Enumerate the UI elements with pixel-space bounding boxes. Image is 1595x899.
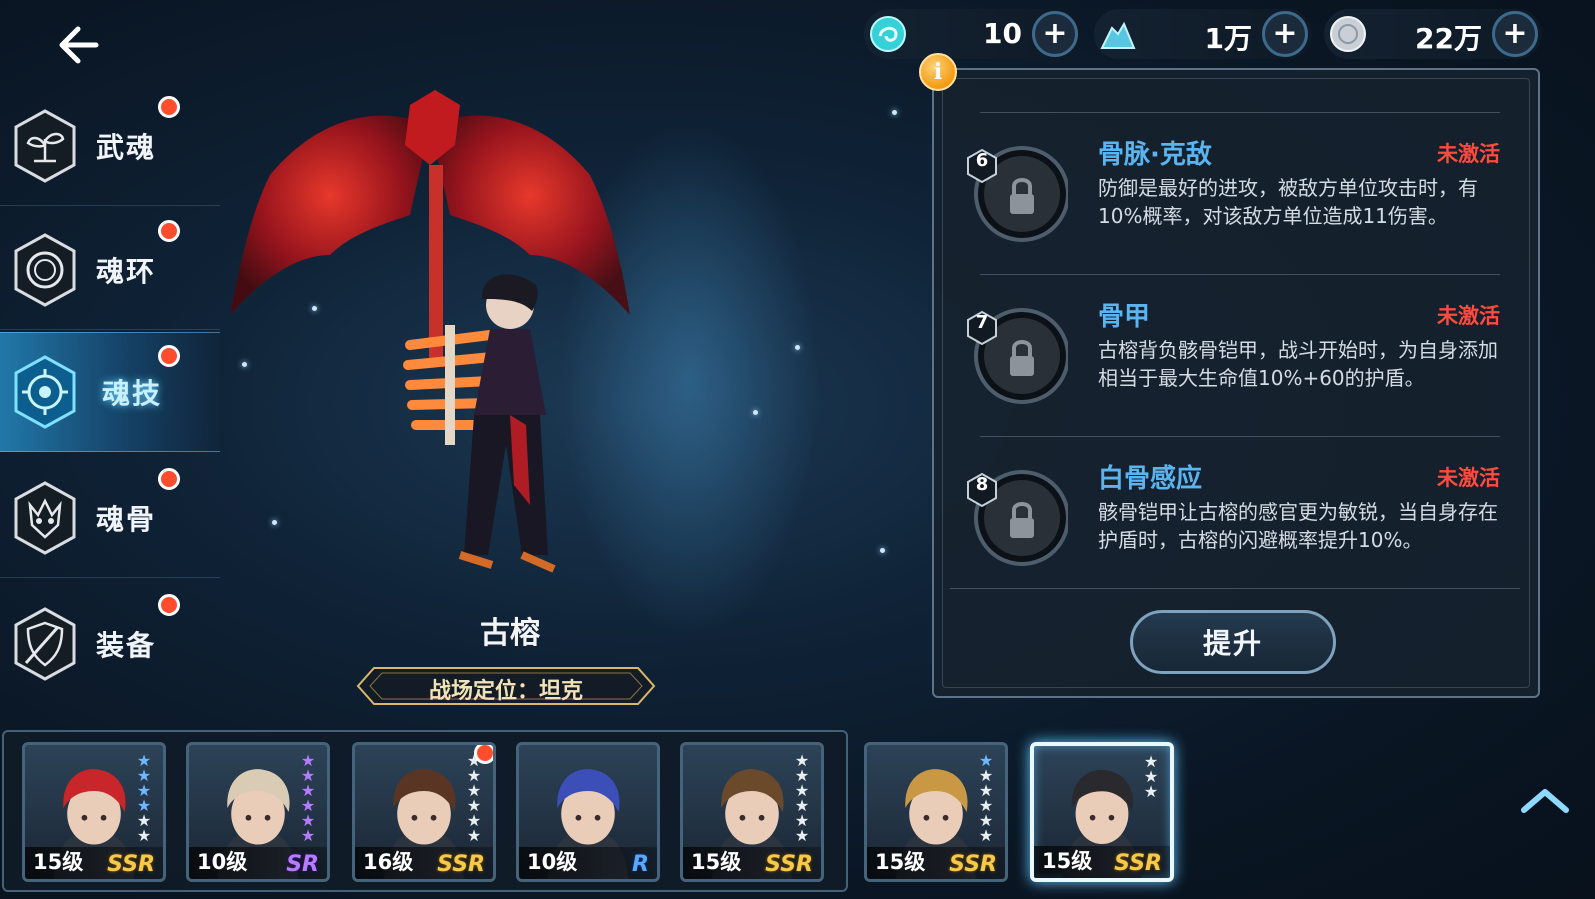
- star-rating: ★ ★ ★ ★ ★ ★: [465, 753, 485, 845]
- hero-rank-badge: SSR: [437, 852, 485, 877]
- hero-card[interactable]: ★ ★ ★ ★ ★ ★ 10级 SR: [186, 742, 330, 882]
- hero-card[interactable]: ★ ★ ★ ★ ★ ★ 16级 SSR: [352, 742, 496, 882]
- hero-card[interactable]: 10级 R: [516, 742, 660, 882]
- hero-rank-badge: SSR: [1114, 851, 1162, 876]
- star-icon: ★: [978, 826, 994, 845]
- back-button[interactable]: [52, 22, 104, 68]
- star-icon: ★: [794, 826, 810, 845]
- skill-row[interactable]: 8 白骨感应 未激活 骸骨铠甲让古榕的感官更为敏锐，当自身存在护盾时，古榕的闪避…: [960, 436, 1500, 586]
- nav-item-hunji[interactable]: 魂技: [0, 332, 220, 452]
- notification-dot: [474, 745, 493, 764]
- sparkle: [795, 345, 800, 350]
- skill-level: 8: [975, 474, 989, 495]
- upgrade-button[interactable]: 提升: [1130, 610, 1336, 674]
- sparkle: [880, 548, 885, 553]
- diamond-pile-icon: [1100, 21, 1136, 49]
- nav-label: 武魂: [96, 130, 157, 164]
- skill-description: 防御是最好的进攻，被敌方单位攻击时，有10%概率，对该敌方单位造成11伤害。: [1098, 176, 1478, 228]
- hero-role: 战场定位：坦克: [428, 679, 583, 704]
- sprout-emblem-icon: [14, 108, 76, 183]
- skill-description: 古榕背负骸骨铠甲，战斗开始时，为自身添加相当于最大生命值10%+60的护盾。: [1098, 338, 1498, 390]
- expand-roster-button[interactable]: [1520, 786, 1570, 814]
- star-rating: ★ ★ ★ ★ ★ ★: [793, 753, 813, 845]
- currency-value: 10: [983, 17, 1022, 50]
- divider: [980, 274, 1500, 275]
- add-silver-button[interactable]: +: [1492, 11, 1538, 57]
- skill-row[interactable]: 7 骨甲 未激活 古榕背负骸骨铠甲，战斗开始时，为自身添加相当于最大生命值10%…: [960, 274, 1500, 424]
- hero-level: 16级: [363, 850, 414, 874]
- skill-description: 骸骨铠甲让古榕的感官更为敏锐，当自身存在护盾时，古榕的闪避概率提升10%。: [1098, 500, 1498, 552]
- star-icon: ★: [300, 826, 316, 845]
- hero-figure: [230, 90, 630, 573]
- notification-dot: [158, 96, 180, 118]
- hero-card[interactable]: ★ ★ ★ ★ ★ ★ 15级 SSR: [864, 742, 1008, 882]
- notification-dot: [158, 345, 180, 367]
- ring-emblem-icon: [14, 232, 76, 307]
- star-icon: ★: [466, 826, 482, 845]
- nav-label: 魂骨: [96, 502, 157, 536]
- skill-status: 未激活: [1437, 304, 1500, 328]
- skill-name: 骨甲: [1098, 302, 1151, 332]
- nav-label: 魂技: [102, 377, 163, 410]
- skill-row[interactable]: 6 骨脉·克敌 未激活 防御是最好的进攻，被敌方单位攻击时，有10%概率，对该敌…: [960, 112, 1500, 262]
- hero-level: 15级: [691, 850, 742, 874]
- currency-soul-crystal: 10 +: [864, 9, 1082, 59]
- shield-emblem-icon: [14, 607, 76, 681]
- soul-crystal-icon: [870, 16, 906, 52]
- add-diamond-button[interactable]: +: [1262, 11, 1308, 57]
- nav-item-hungu[interactable]: 魂骨: [0, 458, 220, 578]
- notification-dot: [158, 468, 180, 490]
- nav-label: 装备: [96, 629, 157, 662]
- skill-status: 未激活: [1437, 466, 1500, 490]
- skill-level: 7: [975, 312, 989, 333]
- currency-value: 22万: [1415, 22, 1482, 55]
- sidebar: 武魂 魂环 魂技 魂骨 装备: [0, 80, 240, 705]
- star-rating: ★ ★ ★ ★ ★ ★: [135, 753, 155, 845]
- hero-name: 古榕: [480, 616, 540, 651]
- currency-diamond: 1万 +: [1094, 9, 1312, 59]
- hero-level: 10级: [527, 850, 578, 874]
- hero-rank-badge: SSR: [107, 852, 155, 877]
- hero-level: 15级: [33, 850, 84, 874]
- nav-item-zhuangbei[interactable]: 装备: [0, 584, 220, 704]
- hero-rank-badge: SR: [286, 852, 319, 877]
- star-rating: ★ ★ ★: [1142, 754, 1162, 801]
- role-plate: 战场定位：坦克: [356, 665, 656, 707]
- hero-level: 15级: [875, 850, 926, 874]
- sparkle: [892, 110, 897, 115]
- add-soul-crystal-button[interactable]: +: [1032, 11, 1078, 57]
- hero-rank-badge: SSR: [765, 852, 813, 877]
- notification-dot: [158, 594, 180, 616]
- skill-name: 骨脉·克敌: [1098, 140, 1212, 170]
- hero-card[interactable]: ★ ★ ★ ★ ★ ★ 15级 SSR: [680, 742, 824, 882]
- sparkle: [753, 410, 758, 415]
- divider: [980, 112, 1500, 113]
- skull-emblem-icon: [14, 480, 76, 555]
- nav-item-hunhuan[interactable]: 魂环: [0, 210, 220, 330]
- silver-coin-icon: [1330, 16, 1366, 52]
- skill-status: 未激活: [1437, 142, 1500, 166]
- info-icon[interactable]: i: [919, 53, 957, 91]
- notification-dot: [158, 220, 180, 242]
- hero-rank-badge: R: [632, 852, 649, 877]
- star-icon: ★: [136, 826, 152, 845]
- skill-level: 6: [975, 150, 989, 171]
- star-icon: ★: [1143, 782, 1159, 801]
- hero-level: 15级: [1042, 849, 1093, 873]
- hero-card[interactable]: ★ ★ ★ ★ ★ ★ 15级 SSR: [22, 742, 166, 882]
- nav-item-wuhun[interactable]: 武魂: [0, 86, 220, 206]
- hero-level: 10级: [197, 850, 248, 874]
- star-rating: ★ ★ ★ ★ ★ ★: [977, 753, 997, 845]
- arrow-left-icon: [59, 26, 99, 64]
- star-rating: ★ ★ ★ ★ ★ ★: [299, 753, 319, 845]
- nav-label: 魂环: [96, 254, 157, 288]
- hero-card[interactable]: ★ ★ ★ 15级 SSR: [1030, 742, 1174, 882]
- currency-silver: 22万 +: [1324, 9, 1542, 59]
- divider: [980, 436, 1500, 437]
- skill-name: 白骨感应: [1098, 464, 1203, 494]
- skill-emblem-icon: [14, 355, 76, 429]
- divider: [950, 588, 1520, 589]
- hero-rank-badge: SSR: [949, 852, 997, 877]
- currency-value: 1万: [1204, 22, 1252, 55]
